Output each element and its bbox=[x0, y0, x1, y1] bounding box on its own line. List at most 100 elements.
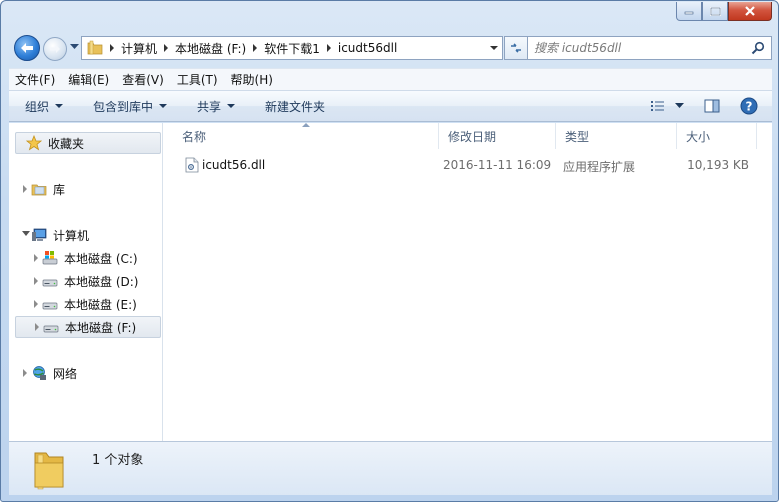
minimize-icon bbox=[684, 11, 694, 15]
preview-pane-icon[interactable] bbox=[704, 99, 720, 113]
chevron-down-icon bbox=[227, 104, 236, 108]
caption-buttons bbox=[676, 2, 772, 21]
breadcrumb-separator[interactable] bbox=[253, 44, 258, 52]
file-list: 名称 修改日期 类型 大小 icudt56.dll 2016-11-11 16:… bbox=[164, 123, 772, 441]
organize-button[interactable]: 组织 bbox=[25, 98, 64, 115]
close-icon bbox=[745, 6, 755, 16]
menu-help[interactable]: 帮助(H) bbox=[231, 71, 273, 88]
forward-button[interactable] bbox=[43, 37, 67, 61]
sidebar-item-libraries[interactable]: 库 bbox=[31, 178, 65, 200]
chevron-down-icon bbox=[55, 104, 64, 108]
sidebar-item-drive-c[interactable]: 本地磁盘 (C:) bbox=[42, 247, 138, 269]
breadcrumb-separator[interactable] bbox=[326, 44, 331, 52]
back-arrow-icon bbox=[21, 43, 33, 53]
maximize-icon bbox=[709, 6, 721, 16]
menu-bar: 文件(F) 编辑(E) 查看(V) 工具(T) 帮助(H) bbox=[9, 68, 772, 90]
system-drive-icon bbox=[42, 251, 58, 265]
search-box[interactable] bbox=[527, 36, 772, 60]
menu-tools[interactable]: 工具(T) bbox=[177, 71, 218, 88]
star-icon bbox=[26, 135, 42, 151]
explorer-window: 计算机 本地磁盘 (F:) 软件下载1 icudt56dll 文件(F) 编辑(… bbox=[0, 0, 779, 502]
menu-edit[interactable]: 编辑(E) bbox=[68, 71, 109, 88]
item-count: 1 个对象 bbox=[92, 453, 144, 468]
details-pane: 1 个对象 bbox=[9, 441, 772, 495]
include-in-library-button[interactable]: 包含到库中 bbox=[93, 98, 168, 115]
breadcrumb-drive-f[interactable]: 本地磁盘 (F:) bbox=[175, 40, 246, 57]
share-label: 共享 bbox=[197, 99, 222, 114]
minimize-button[interactable] bbox=[676, 2, 702, 21]
view-dropdown-icon[interactable] bbox=[675, 103, 684, 109]
address-bar[interactable]: 计算机 本地磁盘 (F:) 软件下载1 icudt56dll bbox=[81, 36, 503, 60]
hard-drive-icon bbox=[42, 302, 58, 310]
search-icon[interactable] bbox=[751, 41, 765, 55]
expand-drive-d-icon[interactable] bbox=[34, 277, 38, 285]
navigation-row: 计算机 本地磁盘 (F:) 软件下载1 icudt56dll bbox=[9, 33, 772, 63]
sidebar-item-favorites[interactable]: 收藏夹 bbox=[15, 132, 161, 154]
help-icon[interactable]: ? bbox=[740, 97, 758, 115]
sidebar-item-label: 本地磁盘 (F:) bbox=[65, 320, 137, 335]
new-folder-button[interactable]: 新建文件夹 bbox=[265, 98, 325, 115]
sidebar-item-label: 计算机 bbox=[53, 228, 90, 243]
folder-large-icon bbox=[34, 452, 64, 490]
search-input[interactable] bbox=[534, 40, 744, 56]
menu-file[interactable]: 文件(F) bbox=[15, 71, 55, 88]
hard-drive-icon bbox=[42, 279, 58, 287]
expand-network-icon[interactable] bbox=[23, 369, 27, 377]
breadcrumb-computer[interactable]: 计算机 bbox=[121, 40, 157, 57]
breadcrumb-current-folder[interactable]: icudt56dll bbox=[338, 41, 397, 55]
column-header-modified[interactable]: 修改日期 bbox=[439, 123, 556, 149]
sidebar-item-label: 本地磁盘 (E:) bbox=[64, 297, 137, 312]
column-header-type[interactable]: 类型 bbox=[556, 123, 677, 149]
expand-drive-c-icon[interactable] bbox=[34, 254, 38, 262]
menu-view[interactable]: 查看(V) bbox=[122, 71, 164, 88]
maximize-button[interactable] bbox=[702, 2, 728, 21]
file-name: icudt56.dll bbox=[202, 158, 266, 172]
navigation-pane: 收藏夹 库 计算机 本地磁盘 (C:) 本地磁盘 (D:) 本地磁盘 (E:) … bbox=[9, 123, 163, 441]
expand-drive-e-icon[interactable] bbox=[34, 300, 38, 308]
expand-libraries-icon[interactable] bbox=[23, 185, 27, 193]
refresh-button[interactable] bbox=[504, 36, 528, 60]
main-area: 收藏夹 库 计算机 本地磁盘 (C:) 本地磁盘 (D:) 本地磁盘 (E:) … bbox=[9, 123, 772, 441]
address-history-dropdown[interactable] bbox=[490, 46, 498, 50]
close-button[interactable] bbox=[728, 2, 772, 21]
file-row[interactable]: icudt56.dll 2016-11-11 16:09 应用程序扩展 10,1… bbox=[164, 154, 772, 176]
sidebar-item-label: 本地磁盘 (D:) bbox=[64, 274, 139, 289]
column-header-size[interactable]: 大小 bbox=[677, 123, 757, 149]
computer-icon bbox=[32, 228, 47, 241]
back-button[interactable] bbox=[14, 35, 40, 61]
file-size: 10,193 KB bbox=[687, 158, 749, 172]
chevron-down-icon bbox=[159, 104, 168, 108]
sidebar-item-computer[interactable]: 计算机 bbox=[31, 224, 89, 246]
dll-file-icon bbox=[185, 157, 199, 173]
hard-drive-icon bbox=[43, 325, 59, 333]
new-folder-label: 新建文件夹 bbox=[265, 99, 326, 114]
share-button[interactable]: 共享 bbox=[197, 98, 236, 115]
refresh-icon bbox=[511, 43, 521, 53]
sidebar-item-drive-f[interactable]: 本地磁盘 (F:) bbox=[15, 316, 161, 338]
sidebar-item-drive-d[interactable]: 本地磁盘 (D:) bbox=[42, 270, 138, 292]
breadcrumb-separator[interactable] bbox=[110, 44, 114, 52]
view-controls: ? bbox=[650, 97, 758, 115]
library-icon bbox=[31, 184, 47, 196]
recent-pages-dropdown-icon[interactable] bbox=[70, 44, 79, 50]
sidebar-item-label: 本地磁盘 (C:) bbox=[64, 251, 138, 266]
sidebar-item-label: 库 bbox=[53, 182, 66, 197]
collapse-computer-icon[interactable] bbox=[22, 231, 30, 236]
sidebar-item-label: 网络 bbox=[53, 366, 78, 381]
column-header-name[interactable]: 名称 bbox=[173, 123, 439, 149]
sidebar-item-label: 收藏夹 bbox=[48, 136, 85, 151]
view-options-icon[interactable] bbox=[650, 99, 666, 113]
file-modified: 2016-11-11 16:09 bbox=[443, 158, 552, 172]
sidebar-item-drive-e[interactable]: 本地磁盘 (E:) bbox=[42, 293, 137, 315]
file-type: 应用程序扩展 bbox=[563, 160, 636, 174]
command-bar: 组织 包含到库中 共享 新建文件夹 ? bbox=[9, 90, 772, 122]
include-in-library-label: 包含到库中 bbox=[93, 99, 154, 114]
breadcrumb-separator[interactable] bbox=[164, 44, 169, 52]
forward-arrow-icon bbox=[50, 45, 60, 53]
breadcrumb-downloads[interactable]: 软件下载1 bbox=[264, 40, 320, 57]
svg-text:?: ? bbox=[746, 100, 753, 114]
sidebar-item-network[interactable]: 网络 bbox=[31, 362, 77, 384]
folder-icon bbox=[87, 40, 103, 55]
organize-label: 组织 bbox=[25, 99, 50, 114]
expand-drive-f-icon[interactable] bbox=[35, 323, 39, 331]
